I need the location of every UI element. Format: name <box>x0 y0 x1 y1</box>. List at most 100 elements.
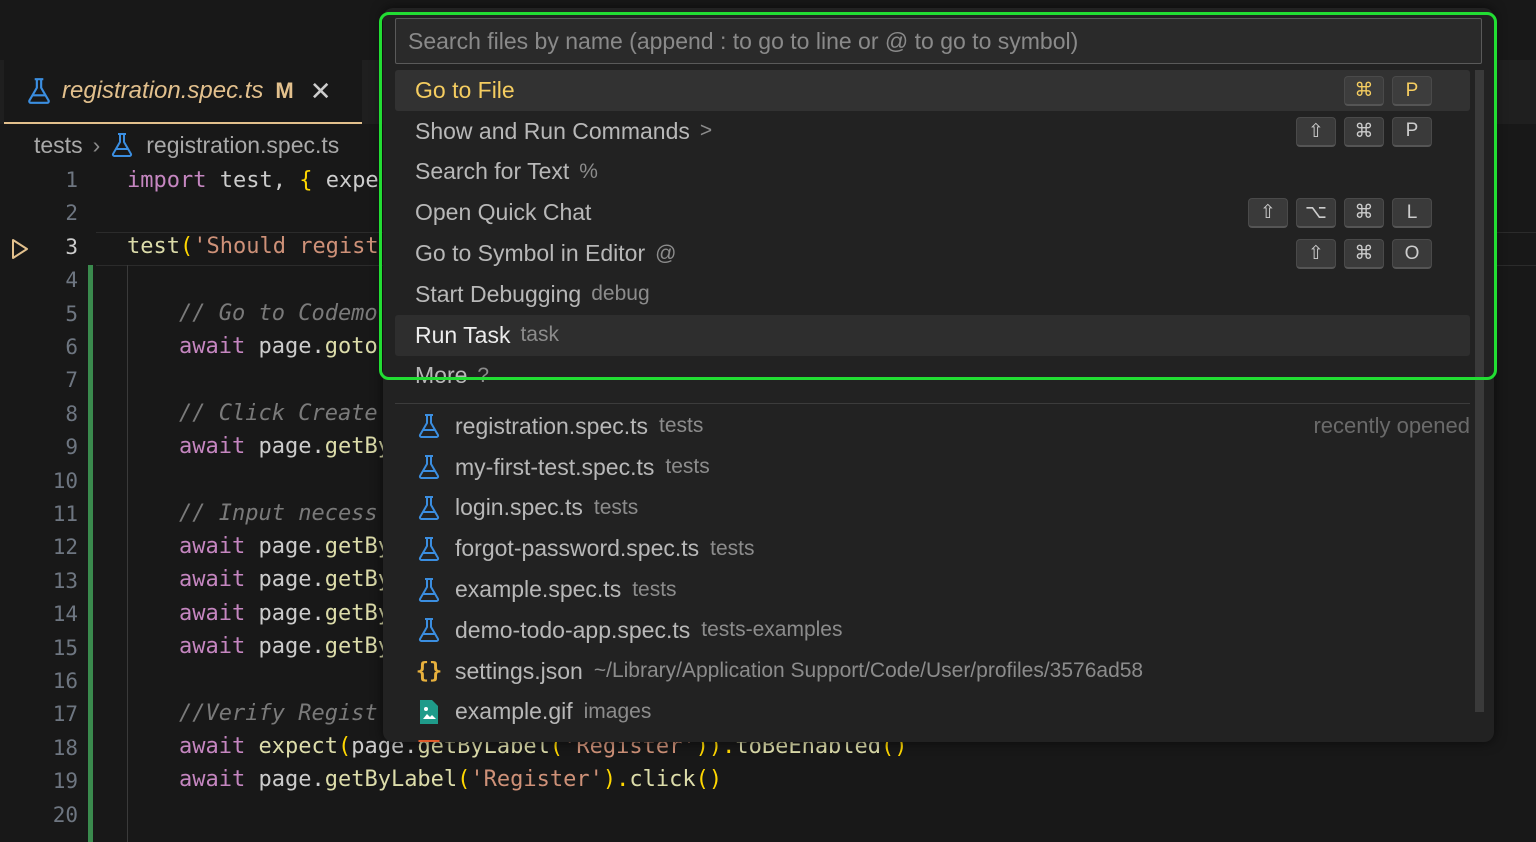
file-item[interactable]: index.html examples <box>395 732 1470 742</box>
file-path: tests-examples <box>701 618 843 642</box>
command-prefix-hint: @ <box>655 241 677 265</box>
modified-indicator: M <box>275 78 294 103</box>
file-path: images <box>583 699 652 723</box>
line-number: 14 <box>52 602 78 627</box>
file-path: tests <box>710 536 755 560</box>
quick-open-panel: Go to File ⌘ P Show and Run Commands > ⇧ ⌘ P Sea… <box>383 8 1494 742</box>
file-path: examples <box>571 741 661 742</box>
file-item[interactable]: example.spec.ts tests <box>395 569 1470 610</box>
code-line-8: // Click Create <box>179 401 378 426</box>
line-number: 16 <box>52 669 78 693</box>
file-path: ~/Library/Application Support/Code/User/… <box>593 659 1144 683</box>
command-prefix-hint: % <box>579 159 598 183</box>
keybinding: ⇧ ⌥ ⌘ L <box>1248 198 1432 229</box>
flask-icon <box>415 453 443 481</box>
file-name: example.gif <box>455 698 573 725</box>
command-item-search-for-text[interactable]: Search for Text% <box>395 152 1470 193</box>
code-line-12: await page.getBy <box>179 534 391 559</box>
command-prefix-hint: debug <box>591 282 650 306</box>
line-number: 6 <box>65 335 78 359</box>
command-label: More <box>415 362 468 389</box>
keycap: ⌘ <box>1344 116 1384 147</box>
line-number: 1 <box>65 168 78 192</box>
quick-open-scrollbar[interactable] <box>1475 70 1484 712</box>
line-number: 2 <box>65 201 78 226</box>
keycap: ⇧ <box>1296 239 1336 270</box>
command-item-open-quick-chat[interactable]: Open Quick Chat ⇧ ⌥ ⌘ L <box>395 192 1470 233</box>
file-item[interactable]: {} settings.json ~/Library/Application Sup… <box>395 651 1470 692</box>
file-item[interactable]: my-first-test.spec.ts tests <box>395 447 1470 488</box>
command-label: Show and Run Commands <box>415 117 690 144</box>
command-prefix-hint: ? <box>477 363 490 387</box>
file-item[interactable]: registration.spec.ts tests recently opened <box>395 406 1470 447</box>
line-number: 13 <box>52 568 78 593</box>
file-name: demo-todo-app.spec.ts <box>455 616 691 643</box>
file-path: tests <box>665 455 710 479</box>
command-item-more[interactable]: More? <box>395 356 1470 397</box>
code-line-1: import test, { expe <box>127 168 379 193</box>
keybinding: ⇧ ⌘ O <box>1296 239 1432 270</box>
file-path: tests <box>659 414 704 438</box>
close-icon[interactable]: ✕ <box>310 76 332 107</box>
command-label: Go to File <box>415 76 515 103</box>
line-number: 18 <box>52 735 78 760</box>
json-braces-icon: {} <box>415 658 443 684</box>
run-test-icon[interactable] <box>10 238 30 260</box>
html-file-icon <box>415 739 443 742</box>
git-change-bar <box>88 265 93 842</box>
command-item-show-and-run-commands[interactable]: Show and Run Commands > ⇧ ⌘ P <box>395 111 1470 152</box>
code-line-3: test('Should regist <box>127 234 379 259</box>
command-prefix-hint: task <box>520 323 559 347</box>
file-name: login.spec.ts <box>455 494 583 521</box>
quick-open-search-box[interactable] <box>395 18 1482 64</box>
command-label: Run Task <box>415 321 511 348</box>
command-item-go-to-symbol-in-editor[interactable]: Go to Symbol in Editor @ ⇧ ⌘ O <box>395 233 1470 274</box>
keycap: P <box>1392 116 1432 147</box>
code-line-9: await page.getBy <box>179 434 391 459</box>
command-item-go-to-file[interactable]: Go to File ⌘ P <box>395 70 1470 111</box>
keycap: ⌥ <box>1296 198 1336 229</box>
line-number: 11 <box>52 502 78 526</box>
keycap: ⌘ <box>1344 239 1384 270</box>
file-item[interactable]: login.spec.ts tests <box>395 488 1470 529</box>
keycap: O <box>1392 239 1432 270</box>
breadcrumb-folder[interactable]: tests <box>34 132 83 159</box>
command-label: Open Quick Chat <box>415 199 592 226</box>
quick-open-command-list: Go to File ⌘ P Show and Run Commands > ⇧ ⌘ P Sea… <box>395 70 1470 396</box>
line-number: 12 <box>52 535 78 560</box>
keycap: P <box>1392 76 1432 106</box>
flask-icon <box>415 535 443 563</box>
file-item[interactable]: forgot-password.spec.ts tests <box>395 528 1470 569</box>
list-separator <box>395 403 1470 404</box>
code-line-6: await page.goto <box>179 334 378 359</box>
quick-open-search-input[interactable] <box>408 27 1481 55</box>
file-name: settings.json <box>455 657 583 684</box>
keycap: L <box>1392 198 1432 229</box>
keybinding: ⇧ ⌘ P <box>1296 116 1432 147</box>
line-number: 20 <box>52 802 78 827</box>
file-item[interactable]: example.gif images <box>395 692 1470 733</box>
line-number: 15 <box>52 635 78 660</box>
file-name: forgot-password.spec.ts <box>455 535 700 562</box>
code-line-14: await page.getBy <box>179 601 391 626</box>
command-label: Search for Text <box>415 158 570 185</box>
command-item-start-debugging[interactable]: Start Debugging debug <box>395 274 1470 315</box>
code-line-11: // Input necess <box>179 501 378 526</box>
keycap: ⇧ <box>1248 198 1288 229</box>
code-line-15: await page.getBy <box>179 634 391 659</box>
command-item-run-task[interactable]: Run Task task <box>395 314 1470 356</box>
file-item[interactable]: demo-todo-app.spec.ts tests-examples <box>395 610 1470 651</box>
keycap: ⌘ <box>1344 76 1384 106</box>
recently-opened-label: recently opened <box>1313 413 1470 439</box>
command-prefix-hint: > <box>699 119 713 143</box>
file-name: my-first-test.spec.ts <box>455 453 655 480</box>
tab-registration-spec[interactable]: registration.spec.ts M ✕ <box>4 60 362 124</box>
breadcrumb-file[interactable]: registration.spec.ts <box>146 132 339 159</box>
flask-icon <box>415 494 443 522</box>
line-number: 17 <box>52 702 78 727</box>
line-number: 19 <box>52 769 78 794</box>
line-number: 10 <box>52 468 78 493</box>
keycap: ⌘ <box>1344 198 1384 229</box>
file-name: example.spec.ts <box>455 576 622 603</box>
line-number: 8 <box>65 401 78 426</box>
